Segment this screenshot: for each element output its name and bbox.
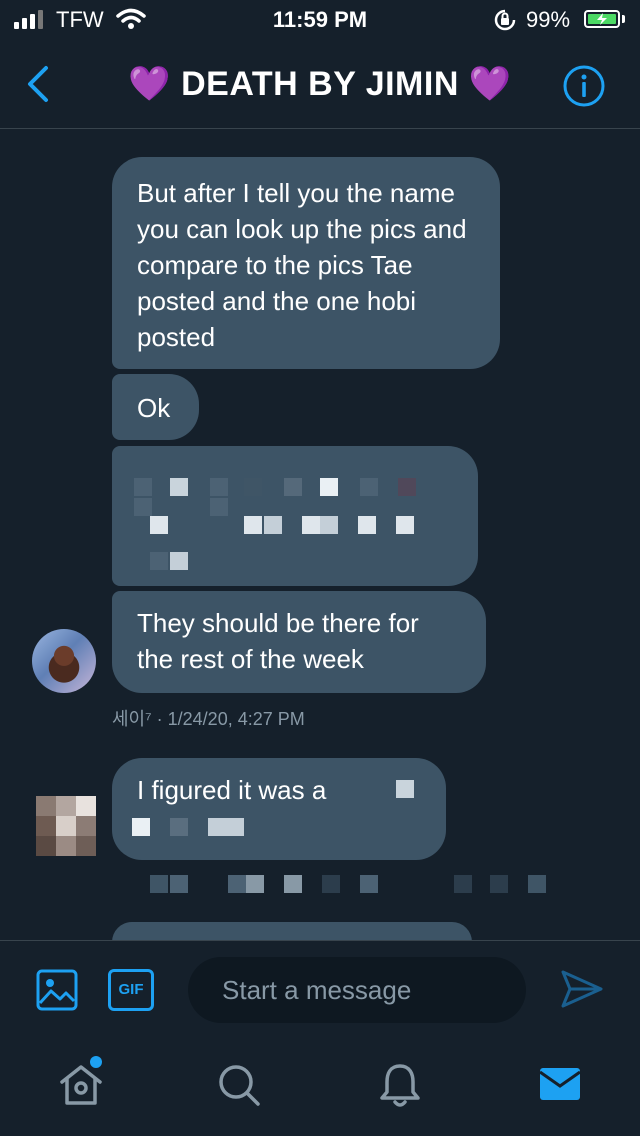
home-icon[interactable] (58, 1062, 104, 1108)
message-input[interactable] (188, 957, 526, 1023)
message-text: I figured it was a (137, 775, 327, 805)
battery-icon (584, 10, 620, 28)
status-bar: TFW 11:59 PM 99% (0, 0, 640, 40)
sender-avatar[interactable] (36, 796, 96, 856)
notification-dot (90, 1056, 102, 1068)
sender-avatar[interactable] (32, 629, 96, 693)
gif-button[interactable]: GIF (108, 969, 154, 1011)
message-bubble[interactable]: I figured it was a (112, 758, 446, 860)
message-timestamp: · 1/24/20, 4:27 PM (156, 709, 305, 729)
bell-icon[interactable] (378, 1062, 422, 1108)
info-icon[interactable] (562, 64, 606, 108)
tab-bar (0, 1040, 640, 1136)
battery-percent: 99% (526, 7, 571, 32)
message-composer: GIF (0, 940, 640, 1041)
rotation-lock-icon (494, 9, 516, 31)
image-icon[interactable] (36, 969, 78, 1011)
message-bubble-redacted[interactable] (112, 446, 478, 586)
conversation-title[interactable]: 💜 DEATH BY JIMIN 💜 (0, 64, 640, 104)
message-meta: 세이⁷ · 1/24/20, 4:27 PM (112, 705, 305, 731)
message-bubble[interactable]: Ok (112, 374, 199, 440)
send-icon[interactable] (560, 969, 604, 1009)
conversation-header: 💜 DEATH BY JIMIN 💜 (0, 40, 640, 129)
mail-icon[interactable] (538, 1062, 582, 1108)
search-icon[interactable] (216, 1062, 262, 1108)
message-bubble[interactable]: They should be there for the rest of the… (112, 591, 486, 693)
sender-name: 세이⁷ (112, 709, 152, 729)
message-bubble[interactable]: But after I tell you the name you can lo… (112, 157, 500, 369)
